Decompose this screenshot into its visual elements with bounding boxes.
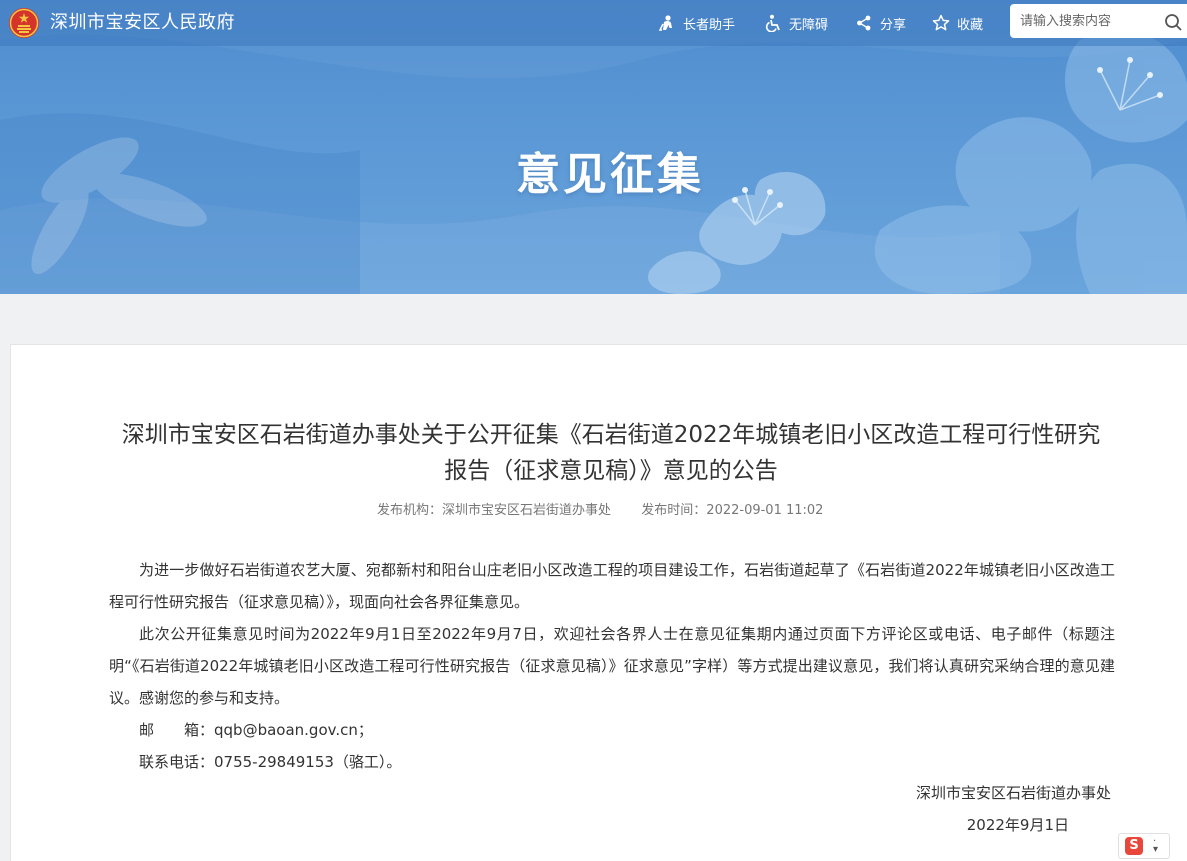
accessibility-button[interactable]: 无障碍 bbox=[764, 13, 828, 33]
favorite-label: 收藏 bbox=[957, 17, 984, 33]
article-contact-phone: 联系电话：0755-29849153（骆工）。 bbox=[139, 753, 402, 771]
article-publisher: 发布机构：深圳市宝安区石岩街道办事处 bbox=[377, 503, 612, 518]
article-paragraph: 此次公开征集意见时间为2022年9月1日至2022年9月7日，欢迎社会各界人士在… bbox=[109, 625, 1115, 707]
star-icon bbox=[932, 14, 950, 31]
signature-organization: 深圳市宝安区石岩街道办事处 bbox=[915, 784, 1111, 802]
article-meta: 发布机构：深圳市宝安区石岩街道办事处 发布时间：2022-09-01 11:02 bbox=[377, 501, 823, 521]
sogou-s-icon: S bbox=[1125, 837, 1143, 855]
share-label: 分享 bbox=[880, 17, 907, 33]
share-button[interactable]: 分享 bbox=[855, 13, 906, 33]
elder-icon bbox=[658, 15, 672, 31]
article-paragraph: 为进一步做好石岩街道农艺大厦、宛都新村和阳台山庄老旧小区改造工程的项目建设工作，… bbox=[109, 561, 1115, 611]
article-contact-email: 邮 箱：qqb@baoan.gov.cn； bbox=[139, 721, 373, 739]
input-method-widget[interactable]: S · ▾ bbox=[1118, 833, 1170, 859]
elder-assistant-button[interactable]: 长者助手 bbox=[658, 13, 735, 33]
accessibility-label: 无障碍 bbox=[789, 17, 829, 33]
site-title[interactable]: 深圳市宝安区人民政府 bbox=[50, 11, 235, 35]
article-publish-time: 发布时间：2022-09-01 11:02 bbox=[641, 503, 824, 518]
article-body: 为进一步做好石岩街道农艺大厦、宛都新村和阳台山庄老旧小区改造工程的项目建设工作，… bbox=[109, 554, 1115, 778]
favorite-button[interactable]: 收藏 bbox=[932, 13, 983, 33]
page-banner: 深圳市宝安区人民政府 长者助手 无障碍 分享 收藏 请输入搜索内容 意见征集 bbox=[0, 0, 1187, 294]
search-box bbox=[1010, 4, 1187, 38]
more-dots-icon: · ▾ bbox=[1153, 836, 1159, 855]
search-input[interactable] bbox=[1010, 4, 1187, 38]
signature-date: 2022年9月1日 bbox=[966, 816, 1069, 834]
share-icon bbox=[857, 15, 871, 31]
elder-assistant-label: 长者助手 bbox=[683, 17, 736, 33]
article-card: 深圳市宝安区石岩街道办事处关于公开征集《石岩街道2022年城镇老旧小区改造工程可… bbox=[10, 344, 1187, 861]
national-emblem-icon bbox=[9, 8, 39, 38]
banner-title: 意见征集 bbox=[516, 149, 704, 200]
search-icon[interactable] bbox=[1163, 12, 1183, 32]
article-title: 深圳市宝安区石岩街道办事处关于公开征集《石岩街道2022年城镇老旧小区改造工程可… bbox=[121, 422, 1101, 484]
accessibility-icon bbox=[765, 14, 780, 32]
